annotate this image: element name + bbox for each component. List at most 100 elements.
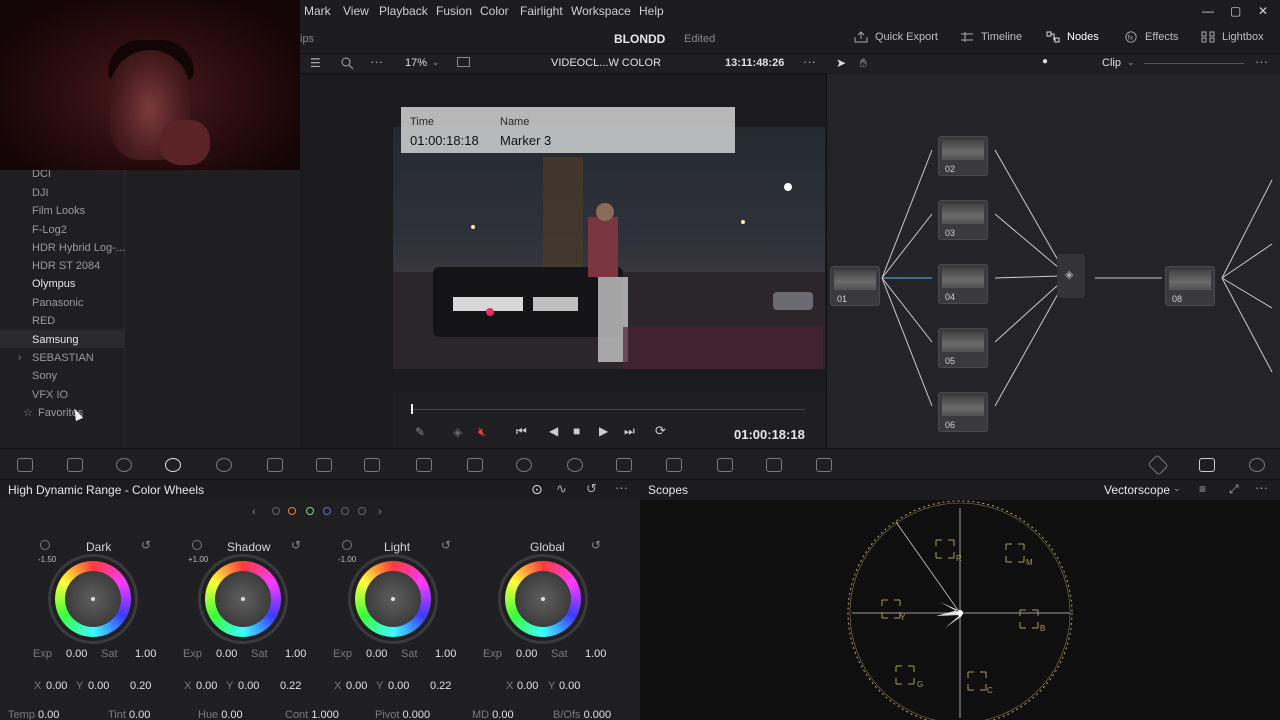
zone-knob-icon[interactable] — [342, 540, 352, 550]
viewer-mode-icon[interactable] — [457, 57, 470, 67]
menu-mark[interactable]: Mark — [304, 4, 331, 18]
node-04[interactable]: 04 — [938, 264, 988, 304]
sat-value[interactable]: 1.00 — [585, 648, 606, 660]
menu-fusion[interactable]: Fusion — [436, 4, 472, 18]
zone-dot-icon[interactable] — [288, 507, 296, 515]
menu-workspace[interactable]: Workspace — [571, 4, 631, 18]
x-value[interactable]: 0.00 — [346, 680, 367, 692]
node-03[interactable]: 03 — [938, 200, 988, 240]
zone-knob-icon[interactable] — [192, 540, 202, 550]
y-value[interactable]: 0.00 — [88, 680, 109, 692]
menu-playback[interactable]: Playback — [379, 4, 428, 18]
x-value[interactable]: 0.00 — [517, 680, 538, 692]
falloff-value[interactable]: 0.20 — [130, 680, 151, 692]
wheel-puck[interactable] — [391, 597, 395, 601]
expand-icon[interactable]: ⤢ — [1229, 482, 1239, 497]
wheel-puck[interactable] — [91, 597, 95, 601]
video-frame[interactable] — [393, 127, 825, 369]
node-mode-dropdown[interactable]: Clip — [1102, 57, 1121, 69]
magic-mask-icon[interactable] — [616, 458, 632, 472]
skip-back-icon[interactable]: ⏮︎ — [516, 424, 527, 439]
menu-color[interactable]: Color — [480, 4, 509, 18]
exp-value[interactable]: 0.00 — [66, 648, 87, 660]
more-icon[interactable]: ··· — [1255, 480, 1268, 495]
zone-knob-icon[interactable] — [40, 540, 50, 550]
scope-type-dropdown[interactable]: Vectorscope — [1104, 483, 1170, 497]
zoom-slider[interactable] — [1144, 63, 1244, 64]
window-icon[interactable] — [516, 458, 532, 472]
keyframes-icon[interactable] — [1147, 454, 1169, 476]
chevron-down-icon[interactable]: ⌄ — [1127, 57, 1135, 68]
reset-icon[interactable]: ↺ — [586, 481, 597, 497]
info-icon[interactable] — [1249, 458, 1265, 472]
menu-help[interactable]: Help — [639, 4, 664, 18]
layer-mixer-node[interactable]: ◈ — [1057, 254, 1085, 298]
list-icon[interactable]: ☰ — [310, 56, 321, 70]
menu-view[interactable]: View — [343, 4, 369, 18]
color-match-icon[interactable] — [67, 458, 83, 472]
qualifier-icon[interactable] — [416, 458, 432, 472]
key-icon[interactable] — [717, 458, 733, 472]
skip-forward-icon[interactable]: ⏭︎ — [624, 424, 635, 439]
falloff-value[interactable]: 0.22 — [430, 680, 451, 692]
pointer-icon[interactable]: ➤ — [836, 56, 846, 70]
exp-value[interactable]: 0.00 — [366, 648, 387, 660]
lut-folder-olympus[interactable]: Olympus — [32, 278, 75, 290]
zoom-level[interactable]: 17% — [405, 57, 427, 69]
color-wheels-icon[interactable] — [116, 458, 132, 472]
sizing-icon[interactable] — [766, 458, 782, 472]
lut-folder-samsung[interactable]: Samsung — [32, 334, 78, 346]
wheel-puck[interactable] — [541, 597, 545, 601]
search-icon[interactable] — [341, 57, 354, 70]
3d-icon[interactable] — [816, 458, 832, 472]
tracker-icon[interactable] — [567, 458, 583, 472]
scrubber-track[interactable] — [411, 409, 805, 410]
rgb-mixer-icon[interactable] — [216, 458, 232, 472]
scopes-icon[interactable] — [1199, 458, 1215, 472]
tab-fragment[interactable]: ips — [300, 33, 314, 45]
motion-effects-icon[interactable] — [267, 458, 283, 472]
quick-export-button[interactable]: Quick Export — [854, 31, 938, 43]
zone-dot-icon[interactable] — [341, 507, 349, 515]
chevron-right-icon[interactable]: › — [378, 506, 382, 518]
mute-icon[interactable]: 🔇︎ — [478, 424, 486, 440]
zone-dot-icon[interactable] — [306, 507, 314, 515]
settings-sliders-icon[interactable]: ≡ — [1199, 482, 1206, 496]
menu-fairlight[interactable]: Fairlight — [520, 4, 563, 18]
play-icon[interactable]: ▶︎ — [599, 424, 608, 438]
nodes-button[interactable]: Nodes — [1046, 31, 1099, 43]
timeline-button[interactable]: Timeline — [960, 31, 1022, 43]
falloff-value[interactable]: 0.22 — [280, 680, 301, 692]
node-01[interactable]: 01 — [830, 266, 880, 306]
clip-name[interactable]: VIDEOCL...W COLOR — [551, 57, 661, 69]
stop-icon[interactable]: ■ — [573, 424, 580, 438]
more-icon[interactable]: ··· — [370, 54, 383, 69]
lightbox-button[interactable]: Lightbox — [1201, 31, 1264, 43]
hue-value[interactable]: 0.00 — [221, 709, 242, 720]
chevron-down-icon[interactable]: ⌄ — [1173, 483, 1181, 494]
y-value[interactable]: 0.00 — [559, 680, 580, 692]
pivot-value[interactable]: 0.000 — [403, 709, 431, 720]
lut-folder-sony[interactable]: Sony — [32, 370, 57, 382]
lut-folder-vfx-io[interactable]: VFX IO — [32, 389, 68, 401]
zone-dot-icon[interactable] — [323, 507, 331, 515]
zone-dot-icon[interactable] — [358, 507, 366, 515]
eyedropper-icon[interactable] — [467, 458, 483, 472]
x-value[interactable]: 0.00 — [196, 680, 217, 692]
curves-icon[interactable] — [316, 458, 332, 472]
wave-icon[interactable]: ∿ — [556, 481, 567, 497]
lut-folder-red[interactable]: RED — [32, 315, 55, 327]
node-editor[interactable]: ◈ 01 02 03 04 05 06 08 — [826, 54, 1280, 448]
close-icon[interactable]: ✕ — [1258, 4, 1268, 18]
bofs-value[interactable]: 0.000 — [584, 709, 612, 720]
effects-button[interactable]: fx Effects — [1124, 31, 1178, 43]
viewer-options-icon[interactable]: ··· — [803, 54, 816, 69]
lut-folder-hdr-st2084[interactable]: HDR ST 2084 — [32, 260, 100, 272]
maximize-icon[interactable]: ▢ — [1230, 4, 1241, 18]
lut-folder-film-looks[interactable]: Film Looks — [32, 205, 85, 217]
reverse-play-icon[interactable]: ◀︎ — [549, 424, 558, 438]
hdr-wheels-icon[interactable] — [165, 458, 181, 472]
x-value[interactable]: 0.00 — [46, 680, 67, 692]
eyedropper-icon[interactable]: ✎ — [415, 425, 425, 439]
lut-folder-hdr-hlg[interactable]: HDR Hybrid Log-... — [32, 242, 125, 254]
